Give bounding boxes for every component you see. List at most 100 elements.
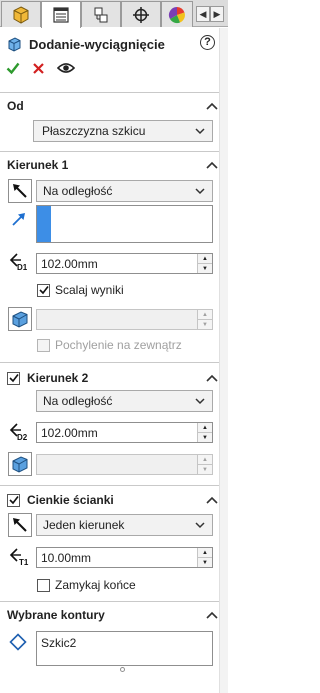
thin-reverse-direction-button[interactable]: [8, 513, 32, 537]
tab-dimxpertmanager[interactable]: [121, 1, 161, 27]
collapse-kierunek2-icon[interactable]: [206, 374, 218, 382]
thin-type-value: Jeden kierunek: [43, 518, 125, 532]
section-title-kontury: Wybrane kontury: [7, 608, 105, 622]
tab-scroll-arrows: ◀ ▶: [196, 6, 224, 22]
reverse-direction-button[interactable]: [8, 179, 32, 203]
merge-result-checkbox[interactable]: [37, 283, 50, 297]
draft-angle-spinbox: ▲ ▼: [36, 309, 213, 330]
contours-listbox[interactable]: Szkic2: [36, 631, 213, 666]
thickness-t1-value[interactable]: 10.00mm: [37, 551, 197, 565]
divider: [0, 92, 219, 93]
od-select-value: Płaszczyzna szkicu: [42, 124, 146, 138]
draft-button[interactable]: [8, 307, 32, 331]
kierunek2-end-condition-select[interactable]: Na odległość: [36, 390, 213, 412]
svg-text:D1: D1: [17, 263, 28, 272]
manager-tab-strip: ◀ ▶: [0, 0, 228, 28]
collapse-cienkie-icon[interactable]: [206, 496, 218, 504]
page-title: Dodanie-wyciągnięcie: [29, 36, 165, 52]
spin-up-button: ▲: [198, 455, 212, 465]
divider: [0, 151, 219, 152]
thickness-t1-icon: T1: [9, 548, 29, 567]
kierunek2-checkbox[interactable]: [7, 371, 20, 385]
tab-configurationmanager[interactable]: [81, 1, 121, 27]
preview-eye-button[interactable]: [57, 61, 75, 75]
tab-scroll-right-button[interactable]: ▶: [210, 6, 224, 22]
checkmark-icon: [8, 496, 19, 505]
section-title-kierunek2: Kierunek 2: [27, 371, 89, 385]
divider: [0, 601, 219, 602]
vertical-scrollbar[interactable]: [219, 28, 228, 693]
tab-displaymanager[interactable]: [161, 1, 193, 27]
section-title-cienkie: Cienkie ścianki: [27, 493, 114, 507]
checkmark-icon: [8, 374, 19, 383]
od-select[interactable]: Płaszczyzna szkicu: [33, 120, 213, 142]
configurationmanager-icon: [94, 7, 108, 22]
chevron-down-icon: [195, 188, 205, 195]
thin-feature-checkbox[interactable]: [7, 493, 20, 507]
merge-result-label: Scalaj wyniki: [55, 283, 124, 297]
propertymanager-icon: [53, 7, 69, 23]
chevron-down-icon: [195, 128, 205, 135]
chevron-down-icon: [195, 398, 205, 405]
contours-list-item[interactable]: Szkic2: [37, 632, 212, 650]
displaymanager-icon: [168, 6, 185, 23]
depth-d2-value[interactable]: 102.00mm: [37, 426, 197, 440]
draft-outward-checkbox-row: Pochylenie na zewnątrz: [37, 338, 182, 352]
merge-result-checkbox-row[interactable]: Scalaj wyniki: [37, 283, 124, 297]
draft-angle-2-spinbox: ▲ ▼: [36, 454, 213, 475]
cap-ends-checkbox[interactable]: [37, 578, 50, 592]
collapse-kontury-icon[interactable]: [206, 611, 218, 619]
svg-text:T1: T1: [19, 558, 29, 567]
action-buttons: [6, 61, 75, 75]
spin-up-button: ▲: [198, 310, 212, 320]
draft-outward-label: Pochylenie na zewnątrz: [55, 338, 182, 352]
spin-down-button[interactable]: ▼: [198, 264, 212, 273]
collapse-kierunek1-icon[interactable]: [206, 161, 218, 169]
property-header: Dodanie-wyciągnięcie ?: [5, 33, 217, 55]
tab-propertymanager[interactable]: [41, 1, 81, 28]
draft-button-2[interactable]: [8, 452, 32, 476]
spin-down-button[interactable]: ▼: [198, 558, 212, 567]
spin-up-button[interactable]: ▲: [198, 423, 212, 433]
contour-selection-icon: [9, 633, 27, 651]
depth-d1-spinbox[interactable]: 102.00mm ▲ ▼: [36, 253, 213, 274]
extrude-feature-icon: [8, 37, 21, 52]
cap-ends-checkbox-row[interactable]: Zamykaj końce: [37, 578, 136, 592]
divider: [0, 362, 219, 363]
section-title-cienkie-row[interactable]: Cienkie ścianki: [7, 493, 114, 507]
resize-handle[interactable]: [120, 667, 125, 672]
depth-d2-spinbox[interactable]: 102.00mm ▲ ▼: [36, 422, 213, 443]
spin-down-button[interactable]: ▼: [198, 433, 212, 442]
dimxpert-icon: [133, 6, 149, 23]
end-condition-value: Na odległość: [43, 394, 113, 408]
depth-d1-icon: D1: [9, 253, 28, 272]
cancel-button[interactable]: [32, 62, 45, 75]
section-title-kierunek1: Kierunek 1: [7, 158, 69, 172]
section-title-kierunek2-row[interactable]: Kierunek 2: [7, 371, 88, 385]
thin-type-select[interactable]: Jeden kierunek: [36, 514, 213, 536]
direction-reference-listbox[interactable]: [36, 205, 213, 243]
chevron-down-icon: [195, 522, 205, 529]
help-button[interactable]: ?: [200, 35, 215, 50]
tab-scroll-left-button[interactable]: ◀: [196, 6, 210, 22]
end-condition-value: Na odległość: [43, 184, 113, 198]
collapse-od-icon[interactable]: [206, 102, 218, 110]
cap-ends-label: Zamykaj końce: [55, 578, 136, 592]
featuremanager-icon: [13, 5, 29, 24]
kierunek1-end-condition-select[interactable]: Na odległość: [36, 180, 213, 202]
checkmark-icon: [38, 286, 49, 295]
divider: [0, 485, 219, 486]
spin-up-button[interactable]: ▲: [198, 548, 212, 558]
spin-down-button: ▼: [198, 465, 212, 474]
depth-d1-value[interactable]: 102.00mm: [37, 257, 197, 271]
ok-button[interactable]: [6, 61, 20, 75]
direction-arrow-icon: [12, 213, 25, 226]
selection-highlight: [37, 206, 51, 242]
spin-down-button: ▼: [198, 320, 212, 329]
spin-up-button[interactable]: ▲: [198, 254, 212, 264]
draft-outward-checkbox: [37, 338, 50, 352]
depth-d2-icon: D2: [9, 423, 28, 442]
section-title-od: Od: [7, 99, 24, 113]
tab-featuremanager[interactable]: [1, 1, 41, 27]
thickness-t1-spinbox[interactable]: 10.00mm ▲ ▼: [36, 547, 213, 568]
